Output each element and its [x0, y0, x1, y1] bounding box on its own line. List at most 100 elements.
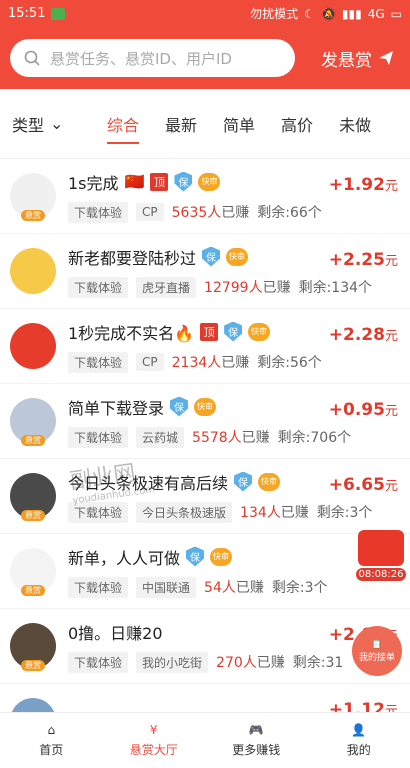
earned-label: 已赚: [256, 655, 285, 671]
my-orders-button[interactable]: 📋 我的接单: [352, 626, 402, 676]
filter-bar: 类型 ⌄ 综合 最新 简单 高价 未做: [0, 89, 410, 159]
send-icon: [379, 51, 393, 65]
reward-value: +6.65: [328, 475, 385, 495]
task-item[interactable]: 悬赏 新单，人人可做保快审 下载体验 中国联通 54人已赚 剩余:3个: [0, 534, 410, 609]
task-chip: CP: [136, 353, 164, 371]
tabbar-bounty-label: 悬赏大厅: [129, 743, 178, 757]
earned-label: 已赚: [221, 205, 250, 221]
notification-icon: [51, 7, 66, 20]
task-chip: CP: [136, 203, 164, 221]
task-chip: 下载体验: [68, 651, 129, 673]
top-tag-icon: 顶: [150, 172, 169, 191]
task-item[interactable]: 悬赏0撸。日赚20下载体验我的小吃街270人已赚剩余:31+2.04元: [0, 609, 410, 684]
moon-icon: ☾: [304, 6, 315, 21]
tab-latest[interactable]: 最新: [165, 104, 197, 144]
tabbar-mine[interactable]: 👤 我的: [308, 713, 410, 768]
tabbar-home[interactable]: ⌂ 首页: [0, 713, 103, 768]
reward-value: +2.28: [328, 325, 385, 345]
guarantee-tag-icon: 保: [202, 246, 221, 267]
type-dropdown[interactable]: 类型 ⌄: [12, 112, 107, 136]
earned-count: 5635人已赚: [172, 202, 250, 222]
remaining-count: 剩余:3个: [271, 580, 328, 596]
remaining-count: 剩余:66个: [257, 205, 322, 221]
mute-icon: 🔕: [320, 6, 336, 21]
header: 悬赏任务、悬赏ID、用户ID 发悬赏: [0, 27, 410, 89]
tab-comprehensive[interactable]: 综合: [107, 104, 140, 144]
publish-button[interactable]: 发悬赏: [321, 46, 400, 71]
signal-icon: ▮▮▮: [341, 6, 362, 21]
task-meta: 下载体验 我的小吃街 270人已赚 剩余:31: [68, 651, 398, 673]
red-packet-timer: 08:08:26: [356, 568, 406, 581]
earned-number: 5578人: [192, 430, 242, 446]
earned-number: 12799人: [204, 280, 263, 296]
search-input[interactable]: 悬赏任务、悬赏ID、用户ID: [10, 39, 295, 77]
remaining-count: 剩余:31: [292, 655, 344, 671]
avatar: [10, 323, 56, 369]
earned-number: 2134人: [171, 355, 222, 371]
task-item[interactable]: 1秒完成不实名🔥 顶保快审 下载体验 CP 2134人已赚 剩余:56个 +2.28元: [0, 309, 410, 384]
task-meta: 下载体验 虎牙直播 12799人已赚 剩余:134个: [68, 276, 398, 298]
earned-label: 已赚: [241, 430, 270, 446]
reward-price: +0.95元: [329, 400, 398, 420]
task-title: 0撸。日赚20: [68, 623, 163, 643]
earned-number: 134人: [240, 505, 281, 521]
task-list: 悬赏 1s完成 🇨🇳 顶保快审 下载体验 CP 5635人已赚 剩余:66个 +1.92元 新老都…: [0, 159, 410, 759]
guarantee-tag-icon: 保: [224, 321, 243, 342]
guarantee-tag-icon: 保: [186, 546, 205, 567]
publish-label: 发悬赏: [321, 50, 372, 71]
task-meta: 下载体验 今日头条极速版 134人已赚 剩余:3个: [68, 501, 398, 523]
tab-not-done[interactable]: 未做: [339, 104, 371, 144]
task-chip: 虎牙直播: [136, 276, 197, 298]
red-packet-float[interactable]: 08:08:26: [356, 530, 406, 586]
task-chip: 下载体验: [68, 201, 129, 223]
reward-unit: 元: [384, 329, 398, 344]
task-title: 1秒完成不实名🔥: [68, 323, 195, 343]
avatar-badge: 悬赏: [21, 660, 45, 671]
guarantee-tag-icon: 保: [234, 471, 253, 492]
reward-value: +0.95: [328, 400, 385, 420]
dnd-mode-label: 勿扰模式: [250, 7, 299, 21]
network-label: 4G: [367, 6, 385, 21]
task-chip: 下载体验: [68, 426, 129, 448]
earned-label: 已赚: [280, 505, 309, 521]
avatar-badge: 悬赏: [21, 435, 45, 446]
tabbar-home-label: 首页: [39, 743, 64, 757]
task-item[interactable]: 悬赏 今日头条极速有高后续保快审 下载体验 今日头条极速版 134人已赚 剩余:3个 +6.…: [0, 459, 410, 534]
reward-price: +2.25元: [329, 250, 398, 270]
task-item[interactable]: 悬赏 简单下载登录保快审 下载体验 云药城 5578人已赚 剩余:706个 +0.95元: [0, 384, 410, 459]
title-row: 新单，人人可做保快审: [68, 545, 398, 569]
tabbar-bounty-hall[interactable]: ¥ 悬赏大厅: [103, 713, 206, 768]
reward-value: +1.92: [328, 175, 385, 195]
task-chip: 今日头条极速版: [136, 501, 233, 523]
fast-review-tag-icon: 快审: [248, 322, 271, 341]
search-icon: [24, 50, 40, 66]
earned-number: 270人: [216, 655, 257, 671]
task-item[interactable]: 悬赏 1s完成 🇨🇳 顶保快审 下载体验 CP 5635人已赚 剩余:66个 +1.92元: [0, 159, 410, 234]
remaining-count: 剩余:134个: [298, 280, 373, 296]
tab-simple[interactable]: 简单: [223, 104, 255, 144]
reward-price: +1.92元: [329, 175, 398, 195]
tab-high-price[interactable]: 高价: [281, 104, 313, 144]
my-orders-label: 我的接单: [358, 652, 395, 663]
clipboard-icon: 📋: [371, 639, 383, 650]
fast-review-tag-icon: 快审: [194, 397, 217, 416]
avatar: 悬赏: [10, 173, 56, 221]
tabbar-mine-label: 我的: [346, 743, 371, 757]
avatar: 悬赏: [10, 623, 56, 671]
task-chip: 下载体验: [68, 576, 129, 598]
task-item[interactable]: 新老都要登陆秒过保快审 下载体验 虎牙直播 12799人已赚 剩余:134个 +2.25元: [0, 234, 410, 309]
avatar: 悬赏: [10, 548, 56, 596]
earned-label: 已赚: [235, 580, 264, 596]
top-tag-icon: 顶: [200, 322, 219, 341]
chevron-down-icon: ⌄: [50, 114, 64, 133]
earned-label: 已赚: [221, 355, 250, 371]
tabbar-more-earn[interactable]: 🎮 更多赚钱: [205, 713, 308, 768]
earned-count: 5578人已赚: [192, 427, 270, 447]
avatar: 悬赏: [10, 473, 56, 521]
task-chip: 下载体验: [68, 351, 129, 373]
reward-unit: 元: [384, 404, 398, 419]
reward-unit: 元: [384, 179, 398, 194]
task-title: 新单，人人可做: [68, 548, 181, 568]
task-meta: 下载体验 CP 2134人已赚 剩余:56个: [68, 351, 398, 373]
tabbar-more-label: 更多赚钱: [232, 743, 281, 757]
